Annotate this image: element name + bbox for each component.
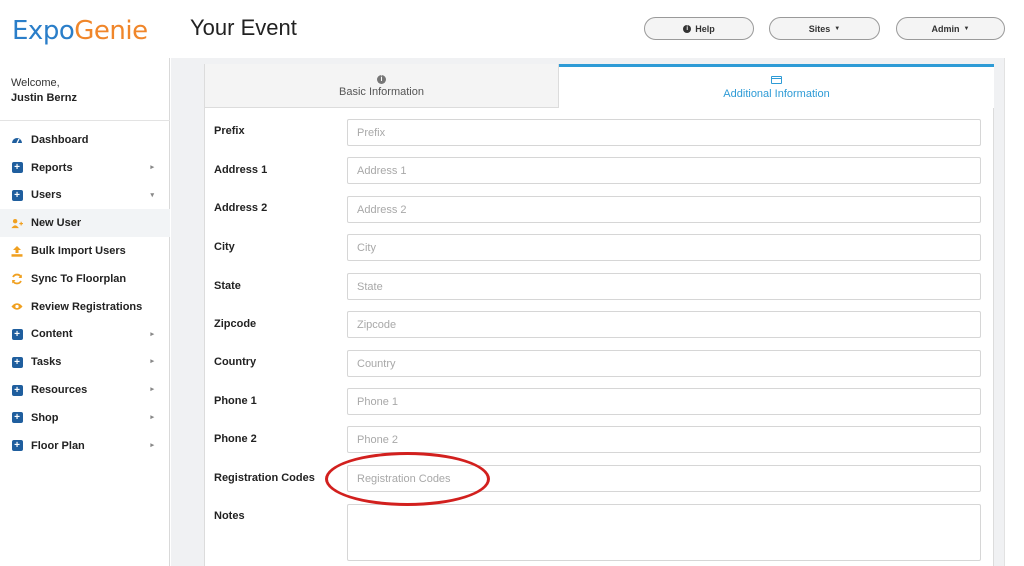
welcome-text: Welcome, — [11, 77, 60, 89]
sidebar-item-resources[interactable]: + Resources ▸ — [0, 376, 170, 404]
sidebar-item-sync-to-floorplan[interactable]: Sync To Floorplan — [0, 265, 170, 293]
plus-square-icon: + — [11, 440, 23, 452]
dashboard-icon — [11, 134, 23, 146]
admin-label: Admin — [931, 23, 960, 34]
city-label: City — [214, 241, 235, 253]
sidebar-item-label: Dashboard — [31, 133, 89, 146]
sidebar-divider — [0, 120, 170, 121]
caret-down-icon: ▼ — [834, 25, 841, 32]
sidebar-item-dashboard[interactable]: Dashboard — [0, 126, 170, 154]
zipcode-label: Zipcode — [214, 318, 257, 330]
sidebar-item-shop[interactable]: + Shop ▸ — [0, 404, 170, 432]
sidebar-item-label: Shop — [31, 411, 59, 424]
sidebar-item-label: Reports — [31, 161, 73, 174]
info-icon: i — [377, 73, 386, 84]
tab-label: Additional Information — [723, 87, 830, 100]
country-label: Country — [214, 356, 257, 368]
sidebar-item-review-registrations[interactable]: Review Registrations — [0, 293, 170, 321]
app-header: ExpoGenie Your Event i Help Sites ▼ Admi… — [0, 0, 1024, 58]
help-button[interactable]: i Help — [644, 17, 754, 40]
sidebar-item-label: Content — [31, 328, 73, 341]
phone2-label: Phone 2 — [214, 433, 257, 445]
chevron-right-icon: ▸ — [150, 441, 154, 449]
caret-down-icon: ▼ — [963, 25, 970, 32]
highlight-ellipse-annotation — [325, 452, 490, 506]
chevron-right-icon: ▸ — [150, 330, 154, 338]
help-label: Help — [695, 23, 715, 34]
info-icon: i — [683, 24, 692, 33]
chevron-right-icon: ▸ — [150, 163, 154, 171]
sidebar-item-new-user[interactable]: New User — [0, 209, 170, 238]
sidebar-item-label: Users — [31, 189, 62, 202]
address2-label: Address 2 — [214, 202, 268, 214]
chevron-down-icon: ▾ — [150, 191, 154, 199]
sites-dropdown-button[interactable]: Sites ▼ — [769, 17, 880, 40]
sites-label: Sites — [808, 23, 831, 34]
expogenie-logo[interactable]: ExpoGenie — [12, 16, 148, 46]
sync-icon — [11, 273, 23, 285]
plus-square-icon: + — [11, 384, 23, 396]
phone1-label: Phone 1 — [214, 395, 257, 407]
page-title: Your Event — [190, 15, 297, 40]
country-input[interactable] — [347, 350, 981, 377]
user-name: Justin Bernz — [11, 92, 78, 104]
tab-additional-information[interactable]: Additional Information — [559, 64, 994, 108]
city-input[interactable] — [347, 234, 981, 261]
sidebar-item-label: Floor Plan — [31, 439, 85, 452]
logo-expo-text: Expo — [12, 16, 75, 46]
eye-icon — [11, 301, 23, 313]
plus-square-icon: + — [11, 189, 23, 201]
sidebar-nav: Dashboard + Reports ▸ + Users ▾ New User… — [0, 126, 170, 460]
welcome-block: Welcome, Justin Bernz — [11, 76, 77, 106]
sidebar-item-content[interactable]: + Content ▸ — [0, 321, 170, 349]
sidebar-item-reports[interactable]: + Reports ▸ — [0, 154, 170, 182]
registration-codes-label: Registration Codes — [214, 472, 315, 484]
id-card-icon — [771, 75, 782, 86]
sidebar-item-label: Resources — [31, 384, 88, 397]
address1-label: Address 1 — [214, 164, 268, 176]
zipcode-input[interactable] — [347, 311, 981, 338]
admin-dropdown-button[interactable]: Admin ▼ — [896, 17, 1005, 40]
sidebar-item-floor-plan[interactable]: + Floor Plan ▸ — [0, 432, 170, 460]
phone1-input[interactable] — [347, 388, 981, 415]
upload-icon — [11, 245, 23, 257]
sidebar-item-tasks[interactable]: + Tasks ▸ — [0, 348, 170, 376]
notes-label: Notes — [214, 510, 245, 522]
tab-basic-information[interactable]: i Basic Information — [205, 64, 559, 108]
plus-square-icon: + — [11, 356, 23, 368]
sidebar-item-users[interactable]: + Users ▾ — [0, 182, 170, 210]
plus-square-icon: + — [11, 162, 23, 174]
sidebar-item-label: New User — [31, 217, 82, 230]
scrollbar-track[interactable] — [1004, 58, 1024, 566]
prefix-input[interactable] — [347, 119, 981, 146]
notes-textarea[interactable] — [347, 504, 981, 561]
sidebar-item-bulk-import-users[interactable]: Bulk Import Users — [0, 237, 170, 265]
phone2-input[interactable] — [347, 426, 981, 453]
sidebar-item-label: Bulk Import Users — [31, 245, 126, 258]
state-input[interactable] — [347, 273, 981, 300]
sidebar-item-label: Tasks — [31, 356, 62, 369]
address1-input[interactable] — [347, 157, 981, 184]
tab-label: Basic Information — [339, 86, 424, 98]
chevron-right-icon: ▸ — [150, 358, 154, 366]
sidebar: Welcome, Justin Bernz Dashboard + Report… — [0, 58, 170, 566]
plus-square-icon: + — [11, 412, 23, 424]
chevron-right-icon: ▸ — [150, 413, 154, 421]
logo-genie-text: Genie — [74, 16, 148, 46]
prefix-label: Prefix — [214, 125, 245, 137]
address2-input[interactable] — [347, 196, 981, 223]
chevron-right-icon: ▸ — [150, 386, 154, 394]
add-user-icon — [11, 217, 23, 229]
plus-square-icon: + — [11, 328, 23, 340]
sidebar-item-label: Review Registrations — [31, 300, 143, 313]
state-label: State — [214, 280, 241, 292]
sidebar-item-label: Sync To Floorplan — [31, 272, 127, 285]
